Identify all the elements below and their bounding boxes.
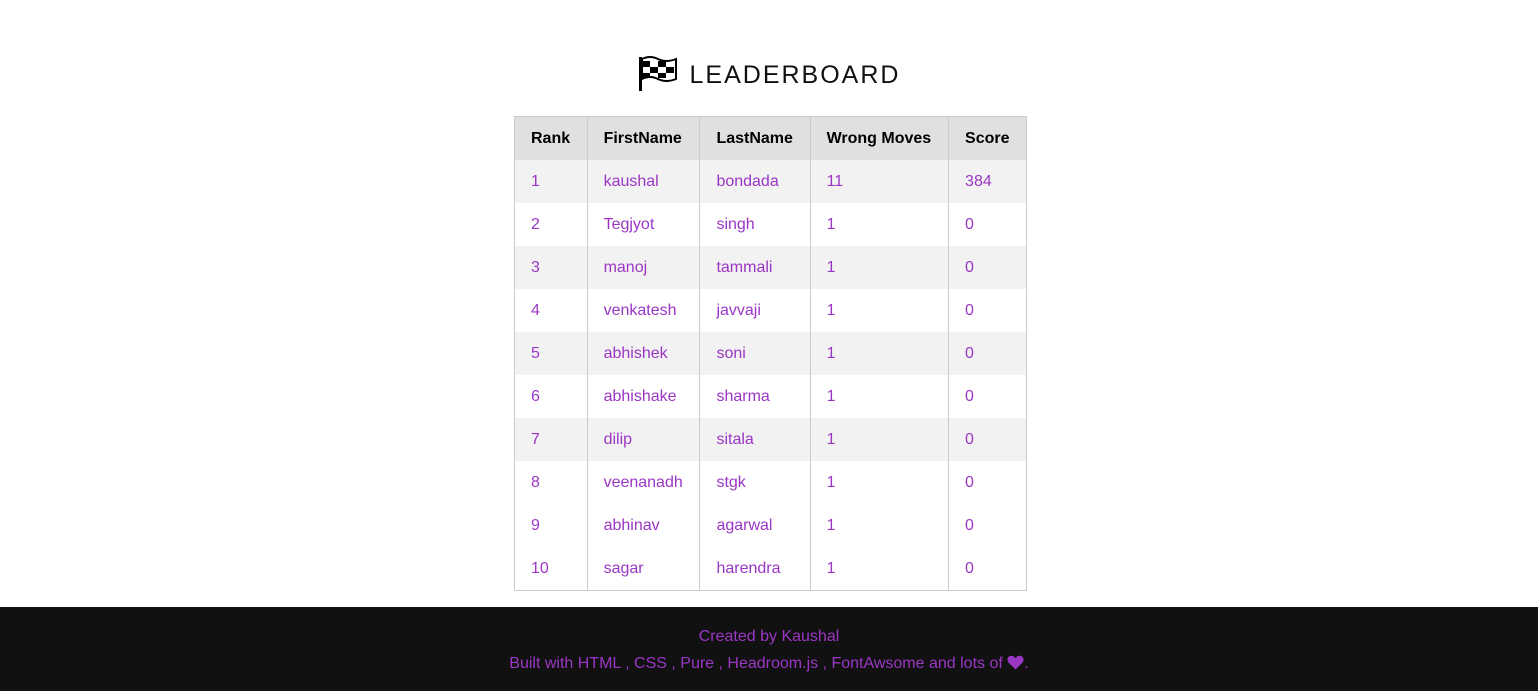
table-row: 4 venkatesh javvaji 1 0 (514, 289, 1027, 332)
leaderboard-page: LEADERBOARD Rank FirstName LastName Wron… (0, 0, 1538, 691)
cell-lastname: tammali (699, 246, 811, 289)
cell-firstname: abhishek (586, 332, 700, 375)
page-title: LEADERBOARD (689, 60, 901, 89)
cell-score: 0 (948, 375, 1027, 418)
column-header-firstname: FirstName (586, 116, 700, 160)
cell-wrong-moves: 1 (809, 375, 949, 418)
column-header-score: Score (948, 116, 1027, 160)
cell-lastname: agarwal (699, 504, 811, 547)
table-row: 5 abhishek soni 1 0 (514, 332, 1027, 375)
cell-firstname: kaushal (586, 160, 700, 203)
page-footer: Created by Kaushal Built with HTML , CSS… (0, 607, 1538, 691)
leaderboard-table: Rank FirstName LastName Wrong Moves Scor… (514, 116, 1027, 591)
table-header: Rank FirstName LastName Wrong Moves Scor… (514, 116, 1027, 160)
cell-lastname: stgk (699, 461, 811, 504)
cell-lastname: bondada (699, 160, 811, 203)
cell-wrong-moves: 1 (809, 461, 949, 504)
cell-wrong-moves: 1 (809, 332, 949, 375)
cell-lastname: singh (699, 203, 811, 246)
cell-rank: 6 (531, 387, 540, 405)
cell-score: 0 (948, 504, 1027, 547)
cell-wrong-moves: 1 (809, 289, 949, 332)
cell-wrong-moves: 11 (809, 160, 949, 203)
cell-rank: 5 (531, 344, 540, 362)
cell-score: 0 (948, 332, 1027, 375)
column-header-lastname: LastName (699, 116, 811, 160)
cell-firstname: veenanadh (586, 461, 700, 504)
footer-period: . (1024, 655, 1029, 672)
page-heading: LEADERBOARD (0, 53, 1538, 93)
cell-firstname: sagar (586, 547, 700, 591)
table-row: 6 abhishake sharma 1 0 (514, 375, 1027, 418)
cell-score: 384 (948, 160, 1027, 203)
cell-lastname: sitala (699, 418, 811, 461)
cell-firstname: Tegjyot (586, 203, 700, 246)
table-row: 9 abhinav agarwal 1 0 (514, 504, 1027, 547)
heading-group: LEADERBOARD (638, 55, 901, 91)
cell-score: 0 (948, 418, 1027, 461)
cell-lastname: javvaji (699, 289, 811, 332)
cell-lastname: harendra (699, 547, 811, 591)
cell-score: 0 (948, 461, 1027, 504)
table-body: 1 kaushal bondada 11 384 2 Tegjyot singh… (514, 160, 1027, 591)
cell-firstname: dilip (586, 418, 700, 461)
cell-rank: 10 (531, 559, 549, 577)
cell-rank: 4 (531, 301, 540, 319)
table-row: 10 sagar harendra 1 0 (514, 547, 1027, 591)
cell-wrong-moves: 1 (809, 547, 949, 591)
cell-rank: 9 (531, 516, 540, 534)
cell-score: 0 (948, 246, 1027, 289)
cell-rank: 1 (531, 172, 540, 190)
footer-built-with-text: Built with HTML , CSS , Pure , Headroom.… (509, 655, 1008, 672)
table-row: 3 manoj tammali 1 0 (514, 246, 1027, 289)
table-row: 2 Tegjyot singh 1 0 (514, 203, 1027, 246)
checkered-flag-icon (638, 55, 680, 91)
cell-firstname: abhinav (586, 504, 700, 547)
cell-wrong-moves: 1 (809, 246, 949, 289)
footer-built-with: Built with HTML , CSS , Pure , Headroom.… (0, 655, 1538, 673)
table-row: 8 veenanadh stgk 1 0 (514, 461, 1027, 504)
cell-rank: 3 (531, 258, 540, 276)
cell-score: 0 (948, 547, 1027, 591)
column-header-rank: Rank (531, 129, 571, 147)
cell-firstname: venkatesh (586, 289, 700, 332)
cell-wrong-moves: 1 (809, 418, 949, 461)
cell-score: 0 (948, 289, 1027, 332)
cell-rank: 2 (531, 215, 540, 233)
table-row: 1 kaushal bondada 11 384 (514, 160, 1027, 203)
cell-firstname: abhishake (586, 375, 700, 418)
heart-icon (1007, 655, 1024, 670)
cell-firstname: manoj (586, 246, 700, 289)
cell-lastname: sharma (699, 375, 811, 418)
table-row: 7 dilip sitala 1 0 (514, 418, 1027, 461)
table-header-row: Rank FirstName LastName Wrong Moves Scor… (514, 116, 1027, 160)
column-header-wrong-moves: Wrong Moves (809, 116, 949, 160)
cell-rank: 7 (531, 430, 540, 448)
cell-lastname: soni (699, 332, 811, 375)
cell-score: 0 (948, 203, 1027, 246)
footer-credit: Created by Kaushal (698, 628, 840, 645)
cell-wrong-moves: 1 (809, 504, 949, 547)
cell-wrong-moves: 1 (809, 203, 949, 246)
cell-rank: 8 (531, 473, 540, 491)
